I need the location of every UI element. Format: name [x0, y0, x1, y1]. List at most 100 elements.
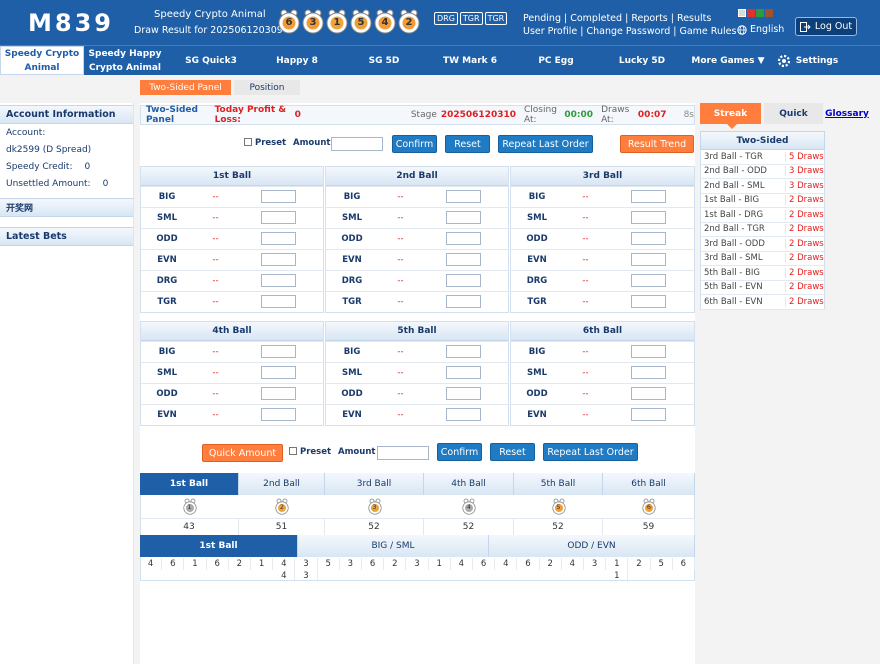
stats-tab[interactable]: 4th Ball [424, 473, 514, 495]
streak-row: 2nd Ball - ODD 3 Draws [701, 165, 826, 179]
change-password-link[interactable]: Change Password [586, 26, 670, 37]
bet-amount-input[interactable] [446, 387, 481, 400]
stats-tab[interactable]: 6th Ball [603, 473, 695, 495]
trend-tab[interactable]: BIG / SML [298, 535, 489, 557]
trend-cell: 1 [429, 558, 451, 570]
stats-tab[interactable]: 3rd Ball [325, 473, 424, 495]
theme-gray-swatch[interactable] [738, 9, 746, 17]
bet-amount-input[interactable] [446, 232, 481, 245]
trend-tab[interactable]: 1st Ball [140, 535, 298, 557]
bet-amount-input[interactable] [261, 274, 296, 287]
repeat-last-order-button-bottom[interactable]: Repeat Last Order [543, 443, 638, 461]
bet-amount-input[interactable] [261, 408, 296, 421]
result-trend-button[interactable]: Result Trend [620, 135, 694, 153]
bet-amount-input[interactable] [261, 253, 296, 266]
bet-amount-input[interactable] [261, 387, 296, 400]
reset-button[interactable]: Reset [445, 135, 490, 153]
logout-button[interactable]: Log Out [795, 17, 857, 36]
glossary-link[interactable]: Glossary [825, 103, 869, 124]
tab-streak[interactable]: Streak [700, 103, 761, 124]
tab-quick[interactable]: Quick [764, 103, 823, 124]
trend-tab[interactable]: ODD / EVN [489, 535, 695, 557]
bet-amount-input[interactable] [446, 408, 481, 421]
streak-draws: 3 Draws [789, 166, 824, 177]
bet-amount-input[interactable] [631, 190, 666, 203]
bet-amount-input[interactable] [261, 190, 296, 203]
result-ball-number: 2 [405, 17, 413, 28]
bet-amount-input[interactable] [631, 253, 666, 266]
user-profile-link[interactable]: User Profile [523, 26, 577, 37]
nav-sg-5d[interactable]: SG 5D [345, 46, 423, 75]
bet-amount-input[interactable] [631, 295, 666, 308]
bet-amount-input[interactable] [631, 345, 666, 358]
bet-amount-input[interactable] [631, 387, 666, 400]
nav-sg-quick3[interactable]: SG Quick3 [172, 46, 250, 75]
preset-checkbox[interactable] [244, 138, 252, 146]
language-label: English [750, 24, 785, 35]
pending-link[interactable]: Pending [523, 13, 561, 24]
streak-row: 2nd Ball - SML 3 Draws [701, 179, 826, 194]
streak-name: 1st Ball - DRG [701, 209, 786, 220]
nav-speedy-crypto-animal[interactable]: Speedy Crypto Animal [0, 46, 84, 75]
tab-two-sided-panel[interactable]: Two-Sided Panel [140, 80, 231, 95]
refresh-countdown[interactable]: 8s [684, 110, 694, 120]
repeat-last-order-button[interactable]: Repeat Last Order [498, 135, 593, 153]
bet-amount-input[interactable] [446, 295, 481, 308]
ball-table: 2nd Ball BIG -- SML -- ODD -- EVN -- DRG -- TGR -- [325, 166, 509, 313]
streak-draws: 2 Draws [789, 282, 824, 293]
profit-label: Today Profit & Loss: [214, 105, 287, 125]
trend-cell: 4 [562, 558, 584, 570]
completed-link[interactable]: Completed [570, 13, 622, 24]
confirm-button-bottom[interactable]: Confirm [437, 443, 482, 461]
amount-input-bottom[interactable] [377, 446, 429, 460]
settings-label: Settings [795, 55, 839, 66]
nav-settings[interactable]: Settings [772, 46, 842, 75]
nav-happy-8[interactable]: Happy 8 [258, 46, 336, 75]
bet-option-label: SML [157, 367, 177, 378]
nav-lucky-5d[interactable]: Lucky 5D [603, 46, 681, 75]
bet-amount-input[interactable] [631, 232, 666, 245]
quick-amount-button[interactable]: Quick Amount [202, 444, 283, 462]
bet-amount-input[interactable] [446, 345, 481, 358]
site-logo[interactable]: M839 [28, 9, 114, 37]
stats-tab[interactable]: 2nd Ball [239, 473, 325, 495]
nav-speedy-happy-crypto-animal[interactable]: Speedy Happy Crypto Animal [86, 46, 164, 75]
bet-amount-input[interactable] [261, 295, 296, 308]
bet-amount-input[interactable] [261, 211, 296, 224]
confirm-button[interactable]: Confirm [392, 135, 437, 153]
bet-amount-input[interactable] [446, 366, 481, 379]
odds-value: -- [582, 346, 589, 357]
draw-site-link[interactable]: 开奖网 [0, 198, 133, 217]
bet-amount-input[interactable] [446, 190, 481, 203]
results-link[interactable]: Results [677, 13, 711, 24]
bet-amount-input[interactable] [261, 232, 296, 245]
game-rules-link[interactable]: Game Rules [679, 26, 736, 37]
odds-value: -- [397, 388, 404, 399]
bet-amount-input[interactable] [446, 211, 481, 224]
bet-amount-input[interactable] [446, 274, 481, 287]
tab-position[interactable]: Position [234, 80, 300, 95]
bet-option-label: ODD [341, 233, 363, 244]
theme-green-swatch[interactable] [756, 9, 764, 17]
reset-button-bottom[interactable]: Reset [490, 443, 535, 461]
bet-amount-input[interactable] [631, 211, 666, 224]
trend-cell: 5 [318, 558, 340, 570]
theme-red-swatch[interactable] [747, 9, 755, 17]
nav-tw-mark-6[interactable]: TW Mark 6 [431, 46, 509, 75]
bet-amount-input[interactable] [446, 253, 481, 266]
stats-tab[interactable]: 5th Ball [514, 473, 603, 495]
bet-amount-input[interactable] [261, 345, 296, 358]
bet-amount-input[interactable] [631, 274, 666, 287]
theme-brown-swatch[interactable] [765, 9, 773, 17]
reports-link[interactable]: Reports [631, 13, 667, 24]
bet-amount-input[interactable] [631, 366, 666, 379]
amount-input[interactable] [331, 137, 383, 151]
nav-pc-egg[interactable]: PC Egg [517, 46, 595, 75]
latest-bets-header[interactable]: Latest Bets [0, 227, 133, 246]
bet-amount-input[interactable] [261, 366, 296, 379]
stats-tab[interactable]: 1st Ball [140, 473, 239, 495]
language-selector[interactable]: English [737, 24, 784, 35]
nav-more-games[interactable]: More Games ▼ [688, 46, 768, 75]
bet-amount-input[interactable] [631, 408, 666, 421]
preset-checkbox-bottom[interactable] [289, 447, 297, 455]
